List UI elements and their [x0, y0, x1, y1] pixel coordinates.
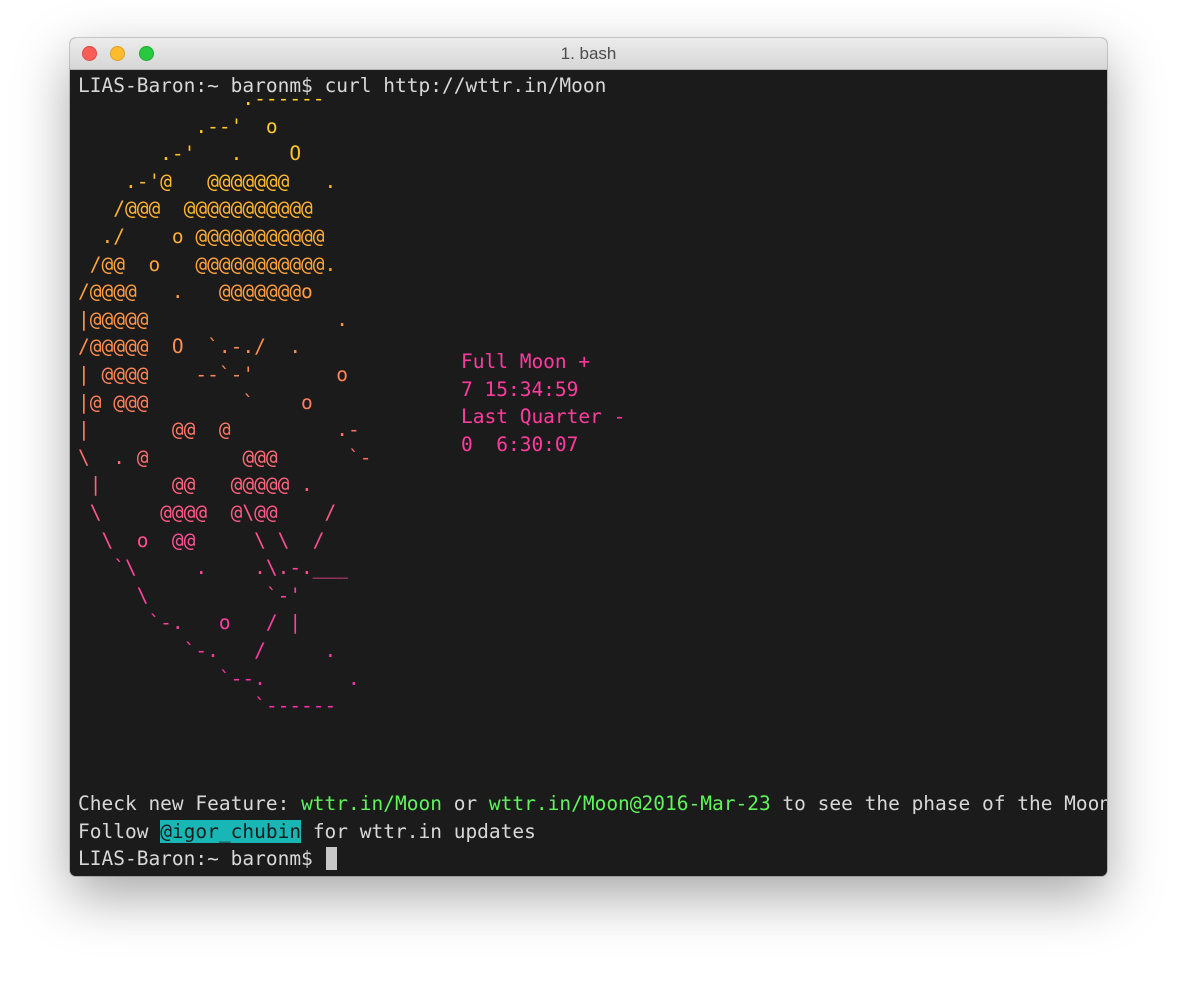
moon-art-line: `------ [78, 694, 337, 718]
moon-date-url-link[interactable]: wttr.in/Moon@2016-Mar-23 [489, 792, 771, 815]
moon-art-line: \ @@@@ @\@@ / [78, 501, 337, 524]
title-bar[interactable]: 1. bash [70, 38, 1107, 70]
feature-or: or [441, 792, 489, 815]
moon-art-line: .------ [78, 87, 325, 110]
moon-art-line: \ . @ @@@ `- [78, 445, 372, 469]
feature-notice-line: Check new Feature: wttr.in/Moon or wttr.… [78, 790, 1107, 818]
feature-prefix: Check new Feature: [78, 792, 302, 815]
moon-art-line: /@@@@@ O `.-./ . [78, 335, 302, 359]
moon-art-line: | @@ @@@@@ . [78, 473, 313, 497]
moon-art-line: `--. . [78, 666, 360, 690]
moon-art-line: | @@ @ .- [78, 418, 360, 442]
moon-art-line: | @@@@ --`-' o [78, 363, 349, 386]
moon-art-line: .-'@ @@@@@@@ . [78, 169, 337, 193]
final-shell-prompt: LIAS-Baron:~ baronm$ [78, 847, 325, 871]
twitter-handle[interactable]: @igor_chubin [160, 819, 302, 843]
phase-next: Last Quarter - [461, 405, 626, 429]
follow-suffix: for wttr.in updates [301, 819, 536, 843]
moon-art-line: .-' . O [78, 142, 302, 166]
terminal-output[interactable]: LIAS-Baron:~ baronm$ curl http://wttr.in… [70, 70, 1107, 876]
final-prompt-line[interactable]: LIAS-Baron:~ baronm$ [78, 845, 337, 873]
phase-current-time: 7 15:34:59 [461, 377, 579, 401]
moon-art-line: /@@ o @@@@@@@@@@@. [78, 252, 337, 276]
window-title: 1. bash [560, 44, 617, 63]
follow-prefix: Follow [78, 819, 161, 843]
moon-art-line: `-. / . [78, 639, 337, 662]
moon-art-line: \ `-' [78, 583, 302, 607]
typed-command: curl http://wttr.in/Moon [324, 74, 607, 97]
feature-suffix: to see the phase of the Moon [770, 792, 1107, 815]
moon-art-line: \ o @@ \ \ / [78, 528, 325, 552]
terminal-window: 1. bash LIAS-Baron:~ baronm$ curl http:/… [70, 38, 1107, 876]
moon-art-line: `\ . .\.-.___ [78, 556, 349, 580]
moon-art-line: `-. o / | [78, 611, 302, 635]
moon-art-line: /@@@ @@@@@@@@@@@ [78, 197, 313, 221]
follow-line: Follow @igor_chubin for wttr.in updates [78, 818, 536, 846]
moon-art-line: .--' o [78, 114, 278, 138]
moon-art-line: |@ @@@ ` o [78, 390, 313, 414]
moon-art-line: ./ o @@@@@@@@@@@ [78, 225, 325, 248]
moon-art-line: |@@@@@ . [78, 307, 349, 331]
phase-current: Full Moon + [461, 350, 591, 373]
text-cursor [325, 847, 337, 871]
moon-art-line: /@@@@ . @@@@@@@o [78, 280, 313, 304]
moon-url-link[interactable]: wttr.in/Moon [301, 792, 442, 815]
phase-next-time: 0 6:30:07 [461, 432, 579, 456]
